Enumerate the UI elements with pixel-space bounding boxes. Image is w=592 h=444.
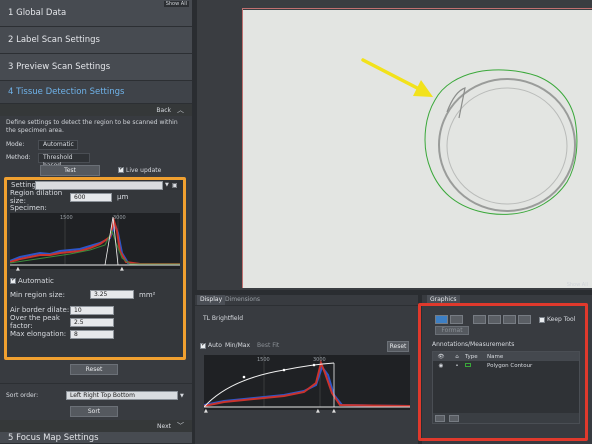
- test-button[interactable]: Test: [40, 164, 100, 176]
- max-elongation-label: Max elongation:: [10, 330, 67, 338]
- mode-label: Mode:: [6, 141, 25, 148]
- peak-factor-label: Over the peak factor:: [10, 314, 60, 330]
- display-reset-button[interactable]: Reset: [387, 341, 409, 352]
- mode-value[interactable]: Automatic: [38, 139, 78, 150]
- chevron-down-icon[interactable]: ▼: [180, 393, 184, 399]
- display-panel: Display Dimensions TL Brightfield Auto M…: [195, 295, 418, 444]
- hist-tick-1500: 1500: [60, 215, 73, 221]
- air-border-label: Air border dilate:: [10, 306, 70, 314]
- automatic-label: Automatic: [18, 277, 54, 285]
- tab-dimensions[interactable]: Dimensions: [222, 295, 263, 305]
- region-dilation-label: Region dilation size:: [10, 189, 63, 205]
- min-max-button[interactable]: Min/Max: [225, 342, 250, 349]
- max-elongation-row: Max elongation: 8: [7, 328, 183, 340]
- checkbox-icon: [10, 276, 16, 284]
- section-label: 5 Focus Map Settings: [8, 432, 99, 443]
- display-controls-row: Auto Min/Max Best Fit: [200, 341, 279, 349]
- display-hist-tick-1500: 1500: [257, 357, 270, 363]
- section-tissue-detection[interactable]: 4 Tissue Detection Settings: [0, 81, 192, 104]
- tissue-fold: [446, 87, 466, 119]
- high-handle-icon[interactable]: ▲: [120, 266, 124, 272]
- live-update-checkbox[interactable]: Live update: [118, 165, 162, 174]
- min-region-input[interactable]: 3.25: [90, 290, 134, 299]
- sort-order-select[interactable]: Left Right Top Bottom: [66, 391, 178, 400]
- specimen-histogram[interactable]: 1500 3000: [10, 213, 180, 269]
- live-update-label: Live update: [126, 166, 162, 174]
- settings-group: Settings ▼ ▣ Region dilation size: 600 µ…: [4, 177, 186, 360]
- next-row: Next ﹀: [0, 420, 192, 432]
- section-label: 2 Label Scan Settings: [8, 35, 100, 45]
- back-row: Back ︿: [0, 104, 192, 116]
- section-focus-map[interactable]: 5 Focus Map Settings: [0, 432, 192, 444]
- image-viewer[interactable]: Show All: [197, 0, 592, 290]
- automatic-checkbox[interactable]: Automatic: [7, 275, 183, 287]
- arrow-shaft: [361, 58, 425, 93]
- auto-checkbox[interactable]: Auto: [200, 341, 222, 349]
- test-row: Test Live update: [0, 164, 192, 176]
- hist-handles: ▲ ▲: [7, 266, 183, 275]
- hist-tick-3000: 3000: [113, 215, 126, 221]
- auto-label: Auto: [208, 342, 222, 349]
- sort-order-label: Sort order:: [6, 392, 39, 399]
- left-settings-panel: Show All 1 Global Data 2 Label Scan Sett…: [0, 0, 192, 444]
- method-row: Method: Threshold based: [0, 151, 192, 169]
- mode-row: Mode: Automatic: [0, 138, 192, 151]
- min-region-row: Min region size: 3.25 mm²: [7, 287, 183, 302]
- sort-button[interactable]: Sort: [70, 406, 118, 417]
- tissue-ring: [438, 78, 576, 212]
- low-handle-icon[interactable]: ▲: [16, 266, 20, 272]
- min-region-unit: mm²: [139, 290, 156, 299]
- next-button[interactable]: Next: [157, 423, 171, 430]
- checkbox-icon: [200, 341, 206, 349]
- peak-factor-input[interactable]: 2.5: [70, 317, 114, 327]
- display-histogram[interactable]: 1500 3000: [204, 355, 410, 410]
- sort-order-row: Sort order: Left Right Top Bottom ▼: [6, 391, 184, 400]
- min-region-label: Min region size:: [10, 290, 65, 299]
- viewer-overlay: [361, 58, 578, 215]
- method-label: Method:: [6, 154, 31, 161]
- section-description: Define settings to detect the region to …: [6, 119, 178, 134]
- section-label: 4 Tissue Detection Settings: [8, 87, 125, 97]
- display-high-handle-icon[interactable]: ▲: [332, 408, 336, 414]
- hist-green: [10, 229, 180, 265]
- graphics-highlight: [418, 303, 588, 441]
- reset-button[interactable]: Reset: [70, 364, 118, 375]
- region-dilation-row: Region dilation size: 600 µm: [7, 189, 183, 205]
- region-dilation-unit: µm: [117, 193, 129, 201]
- viewer-show-all[interactable]: Show All: [567, 282, 588, 288]
- channel-name: TL Brightfield: [203, 315, 244, 322]
- checkbox-icon: [118, 165, 124, 173]
- method-value[interactable]: Threshold based: [38, 152, 90, 169]
- display-hist-tick-3000: 3000: [313, 357, 326, 363]
- collapse-icon[interactable]: ▣: [172, 182, 178, 189]
- back-button[interactable]: Back: [156, 107, 171, 114]
- section-label-scan[interactable]: 2 Label Scan Settings: [0, 27, 192, 54]
- settings-title: Settings: [11, 181, 40, 189]
- hist-blue: [10, 222, 180, 265]
- specimen-label: Specimen:: [10, 204, 47, 212]
- peak-factor-row: Over the peak factor: 2.5: [7, 314, 183, 330]
- divider: [0, 383, 192, 384]
- tissue-ring-inner: [446, 87, 568, 205]
- air-border-input[interactable]: 10: [70, 305, 114, 315]
- chevron-down-icon[interactable]: ﹀: [177, 421, 184, 431]
- tab-display[interactable]: Display: [197, 295, 226, 305]
- best-fit-button[interactable]: Best Fit: [257, 342, 279, 349]
- chevron-up-icon[interactable]: ︿: [177, 105, 184, 115]
- hist-red: [10, 217, 180, 265]
- tab-divider: [195, 305, 418, 306]
- max-elongation-input[interactable]: 8: [70, 329, 114, 339]
- display-mid-handle-icon[interactable]: ▲: [316, 408, 320, 414]
- section-label: 1 Global Data: [8, 8, 67, 18]
- display-low-handle-icon[interactable]: ▲: [204, 408, 208, 414]
- chevron-down-icon[interactable]: ▼: [165, 182, 169, 188]
- section-preview-scan[interactable]: 3 Preview Scan Settings: [0, 54, 192, 81]
- section-label: 3 Preview Scan Settings: [8, 62, 111, 72]
- region-dilation-input[interactable]: 600: [70, 192, 112, 202]
- show-all-toggle[interactable]: Show All: [163, 1, 189, 7]
